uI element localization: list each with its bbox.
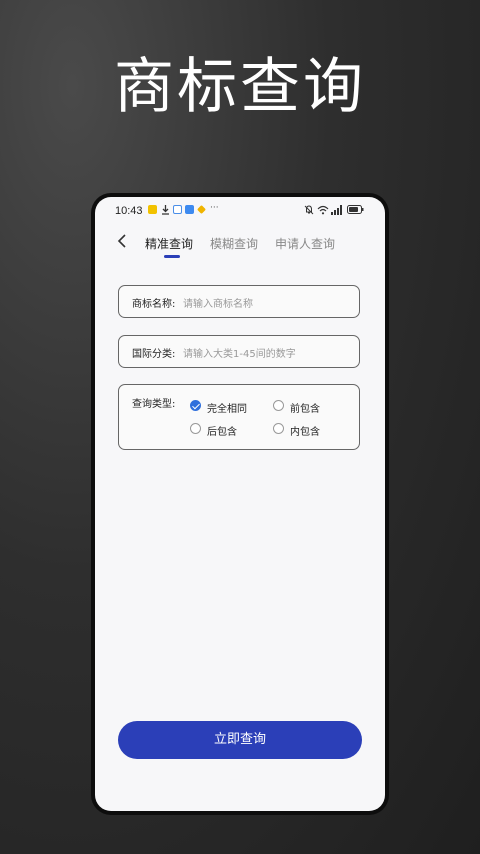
international-class-field[interactable]: 国际分类: 请输入大类1-45间的数字 <box>118 335 360 368</box>
trademark-name-label: 商标名称: <box>132 299 176 310</box>
bell-muted-icon <box>304 205 314 218</box>
option-suffix-label[interactable]: 后包含 <box>207 423 237 438</box>
phone-frame: 10:43 ··· 精准查询 模糊查询 申请人查询 商标名称: 请输入商标名称 … <box>91 193 389 815</box>
back-arrow-icon[interactable] <box>115 233 129 249</box>
diamond-icon <box>197 205 206 217</box>
trademark-name-field[interactable]: 商标名称: 请输入商标名称 <box>118 285 360 318</box>
tab-fuzzy-search[interactable]: 模糊查询 <box>210 235 258 252</box>
trademark-name-input[interactable]: 请输入商标名称 <box>183 295 253 310</box>
wifi-icon <box>317 205 329 218</box>
notification-app-icon <box>148 205 157 217</box>
international-class-input[interactable]: 请输入大类1-45间的数字 <box>183 345 296 360</box>
international-class-label: 国际分类: <box>132 349 176 360</box>
gallery-icon <box>173 205 182 217</box>
app-screen: 10:43 ··· 精准查询 模糊查询 申请人查询 商标名称: 请输入商标名称 … <box>95 197 385 811</box>
signal-icon <box>331 205 343 218</box>
battery-icon <box>347 205 364 217</box>
option-contains-label[interactable]: 内包含 <box>290 423 320 438</box>
download-icon <box>161 205 170 218</box>
status-bar: 10:43 ··· <box>95 197 385 225</box>
option-exact-match-label[interactable]: 完全相同 <box>207 400 247 415</box>
search-now-button[interactable]: 立即查询 <box>118 721 362 759</box>
option-prefix-label[interactable]: 前包含 <box>290 400 320 415</box>
radio-prefix[interactable] <box>273 400 284 411</box>
radio-contains[interactable] <box>273 423 284 434</box>
status-time: 10:43 <box>115 205 143 217</box>
search-type-box: 查询类型: 完全相同 前包含 后包含 内包含 <box>118 384 360 450</box>
active-tab-indicator <box>164 255 180 258</box>
promo-title: 商标查询 <box>114 52 366 122</box>
top-nav: 精准查询 模糊查询 申请人查询 <box>95 227 385 258</box>
app-icon <box>185 205 194 217</box>
radio-suffix[interactable] <box>190 423 201 434</box>
search-type-label: 查询类型: <box>132 399 176 410</box>
tab-exact-search[interactable]: 精准查询 <box>145 235 193 252</box>
radio-exact-match[interactable] <box>190 400 201 411</box>
more-icon: ··· <box>210 203 219 213</box>
tab-applicant-search[interactable]: 申请人查询 <box>275 235 335 252</box>
